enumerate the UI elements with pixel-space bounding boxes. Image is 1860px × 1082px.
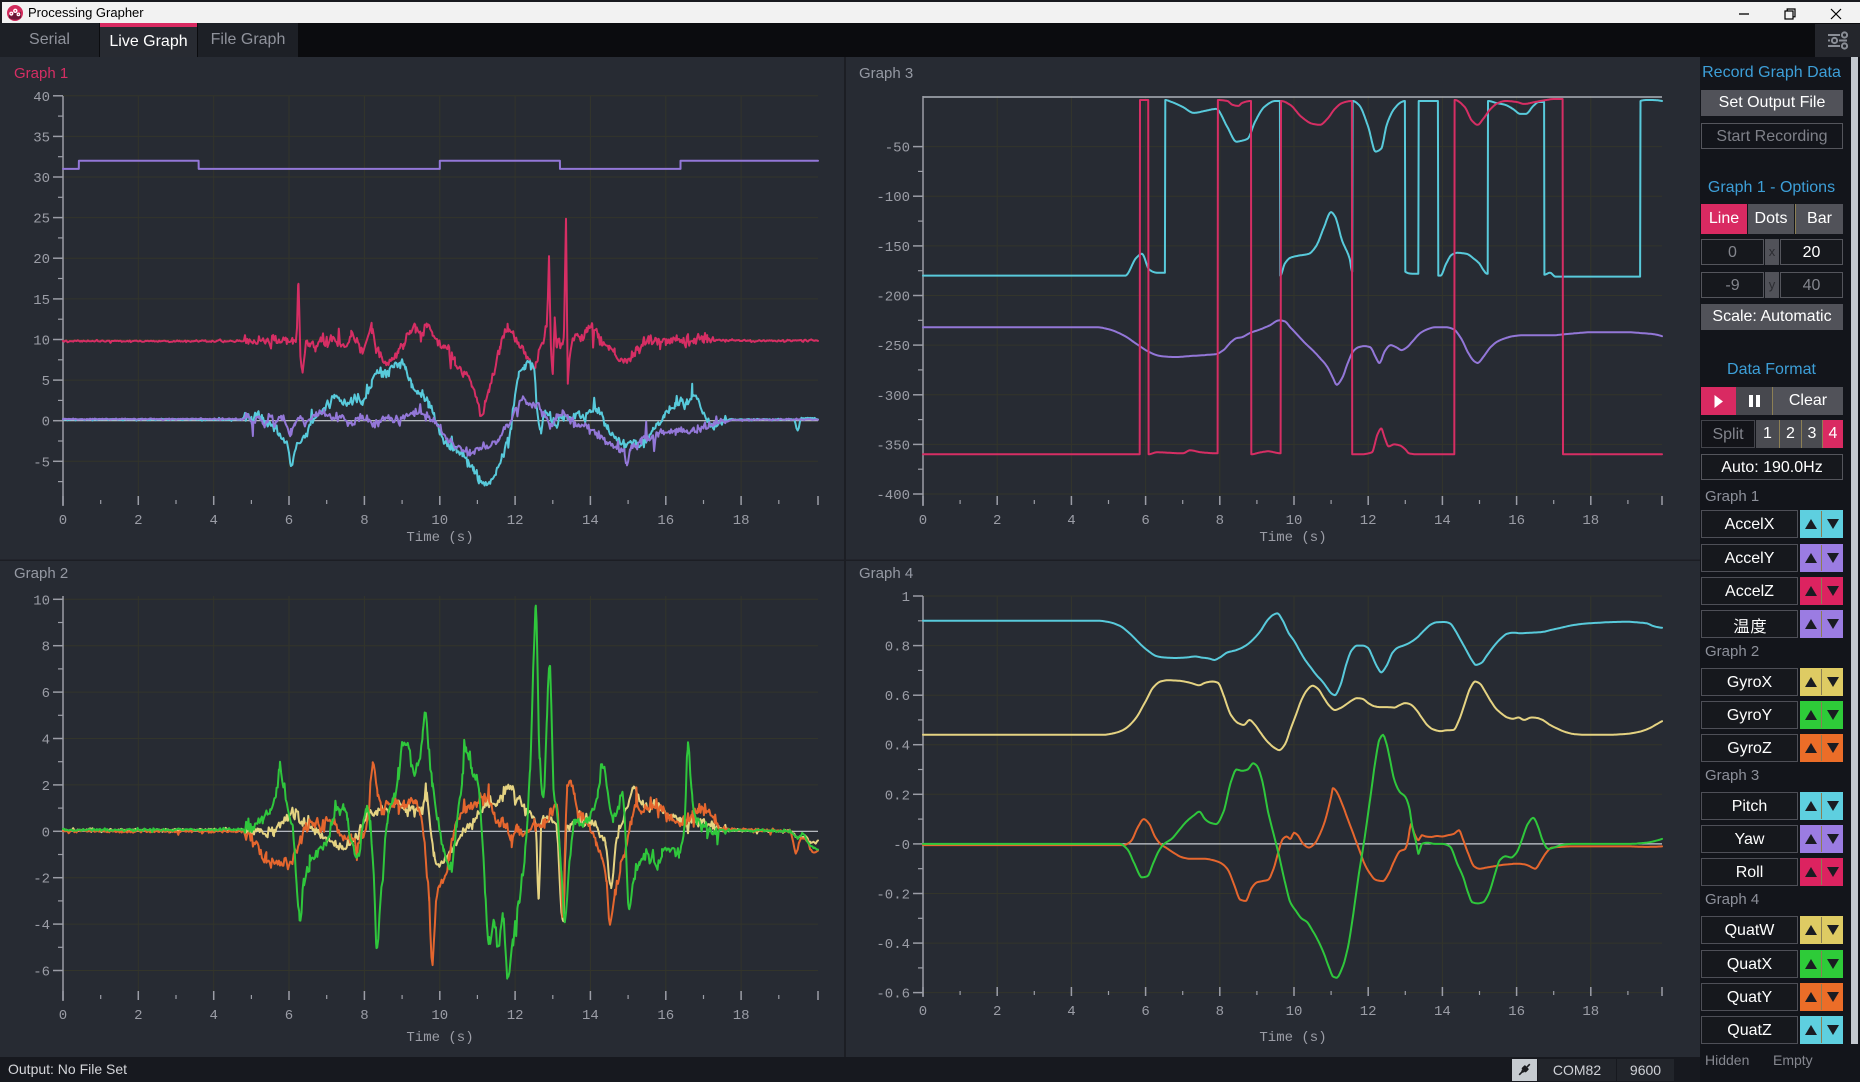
svg-text:8: 8 (1216, 1004, 1224, 1020)
svg-text:6: 6 (1141, 1004, 1149, 1020)
svg-text:2: 2 (42, 779, 50, 795)
svg-text:12: 12 (507, 513, 524, 529)
svg-text:40: 40 (33, 90, 50, 106)
svg-text:6: 6 (285, 513, 293, 529)
svg-text:16: 16 (1508, 1004, 1525, 1020)
svg-text:0: 0 (42, 415, 50, 431)
svg-text:6: 6 (42, 686, 50, 702)
svg-text:-4: -4 (33, 918, 50, 934)
svg-text:-300: -300 (876, 389, 910, 405)
svg-text:14: 14 (1434, 1004, 1451, 1020)
svg-text:4: 4 (1067, 513, 1075, 529)
svg-text:12: 12 (1360, 513, 1377, 529)
svg-text:0: 0 (59, 1008, 67, 1024)
svg-text:-0.2: -0.2 (876, 888, 910, 904)
svg-text:0: 0 (42, 825, 50, 841)
svg-text:Graph 2: Graph 2 (14, 565, 68, 582)
svg-text:8: 8 (360, 1008, 368, 1024)
svg-text:12: 12 (507, 1008, 524, 1024)
svg-text:18: 18 (1582, 1004, 1599, 1020)
svg-text:4: 4 (209, 513, 217, 529)
svg-text:10: 10 (431, 1008, 448, 1024)
svg-text:16: 16 (657, 513, 674, 529)
svg-text:0.2: 0.2 (885, 788, 910, 804)
svg-text:2: 2 (134, 1008, 142, 1024)
svg-text:0: 0 (919, 1004, 927, 1020)
svg-text:6: 6 (1141, 513, 1149, 529)
svg-text:Time (s): Time (s) (406, 530, 473, 546)
svg-text:-0.6: -0.6 (876, 987, 910, 1003)
svg-text:12: 12 (1360, 1004, 1377, 1020)
svg-text:15: 15 (33, 293, 50, 309)
svg-text:10: 10 (431, 513, 448, 529)
svg-text:8: 8 (1216, 513, 1224, 529)
svg-text:-250: -250 (876, 339, 910, 355)
svg-text:14: 14 (582, 1008, 599, 1024)
svg-text:16: 16 (657, 1008, 674, 1024)
svg-text:Time (s): Time (s) (1259, 530, 1326, 546)
svg-text:-100: -100 (876, 190, 910, 206)
svg-text:10: 10 (1286, 1004, 1303, 1020)
svg-text:-0.4: -0.4 (876, 937, 910, 953)
svg-text:2: 2 (134, 513, 142, 529)
svg-text:0: 0 (59, 513, 67, 529)
svg-text:Graph 4: Graph 4 (859, 565, 913, 582)
svg-text:14: 14 (1434, 513, 1451, 529)
svg-text:30: 30 (33, 171, 50, 187)
svg-text:4: 4 (42, 733, 50, 749)
svg-text:18: 18 (733, 1008, 750, 1024)
svg-text:0.6: 0.6 (885, 689, 910, 705)
svg-text:-2: -2 (33, 872, 50, 888)
svg-text:1: 1 (902, 590, 910, 606)
svg-text:18: 18 (733, 513, 750, 529)
svg-text:20: 20 (33, 252, 50, 268)
svg-text:16: 16 (1508, 513, 1525, 529)
svg-text:Graph 3: Graph 3 (859, 65, 913, 82)
svg-text:0: 0 (919, 513, 927, 529)
svg-text:35: 35 (33, 130, 50, 146)
svg-text:2: 2 (993, 1004, 1001, 1020)
svg-text:4: 4 (1067, 1004, 1075, 1020)
svg-text:Graph 1: Graph 1 (14, 65, 68, 82)
svg-text:2: 2 (993, 513, 1001, 529)
svg-text:8: 8 (360, 513, 368, 529)
svg-text:-50: -50 (885, 141, 910, 157)
svg-text:Time (s): Time (s) (406, 1030, 473, 1046)
svg-text:10: 10 (1286, 513, 1303, 529)
svg-text:8: 8 (42, 640, 50, 656)
svg-text:-0: -0 (893, 838, 910, 854)
svg-text:4: 4 (209, 1008, 217, 1024)
svg-text:-150: -150 (876, 240, 910, 256)
svg-text:18: 18 (1582, 513, 1599, 529)
svg-text:-400: -400 (876, 488, 910, 504)
svg-text:0.4: 0.4 (885, 739, 910, 755)
svg-text:-350: -350 (876, 438, 910, 454)
svg-text:10: 10 (33, 593, 50, 609)
svg-text:10: 10 (33, 334, 50, 350)
svg-text:0.8: 0.8 (885, 640, 910, 656)
svg-text:Time (s): Time (s) (1259, 1030, 1326, 1046)
svg-text:25: 25 (33, 212, 50, 228)
svg-text:-6: -6 (33, 965, 50, 981)
svg-text:5: 5 (42, 374, 50, 390)
svg-text:6: 6 (285, 1008, 293, 1024)
svg-text:-200: -200 (876, 290, 910, 306)
svg-text:-5: -5 (33, 455, 50, 471)
svg-text:14: 14 (582, 513, 599, 529)
